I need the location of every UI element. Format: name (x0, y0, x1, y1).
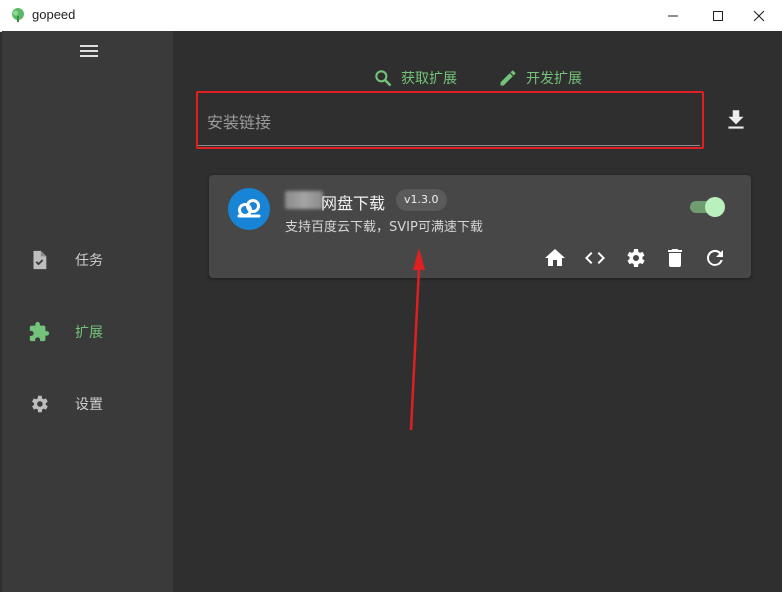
maximize-button[interactable] (695, 0, 741, 31)
close-icon (753, 10, 765, 21)
sidebar-item-label: 设置 (75, 397, 103, 413)
blurred-title-prefix (285, 191, 323, 209)
gear-icon (32, 395, 48, 413)
get-extension-button[interactable]: 获取扩展 (373, 66, 457, 90)
extension-enable-toggle[interactable] (688, 197, 725, 217)
toggle-thumb (705, 197, 725, 217)
minimize-button[interactable] (650, 0, 696, 31)
gopeed-logo-icon (12, 8, 24, 22)
develop-extension-button[interactable]: 开发扩展 (498, 66, 582, 90)
hamburger-menu-icon[interactable] (78, 42, 100, 60)
sidebar-item-tasks[interactable]: 任务 (2, 239, 173, 279)
cloud-link-icon (237, 199, 261, 218)
maximize-icon (713, 10, 723, 21)
home-icon[interactable] (543, 246, 567, 270)
settings-icon[interactable] (623, 246, 647, 270)
version-badge: v1.3.0 (396, 189, 447, 211)
refresh-icon[interactable] (703, 246, 727, 270)
puzzle-piece-icon (29, 321, 50, 342)
sidebar-item-settings[interactable]: 设置 (2, 383, 173, 423)
extension-logo (228, 188, 270, 230)
pencil-icon (500, 70, 516, 86)
delete-icon[interactable] (663, 246, 687, 270)
develop-extension-label: 开发扩展 (526, 71, 582, 87)
get-extension-label: 获取扩展 (401, 71, 457, 87)
minimize-icon (668, 15, 678, 16)
extensions-page: 获取扩展 开发扩展 网盘下载 v1.3.0 支持百度云下载，SVIP可满速下载 (173, 31, 782, 592)
install-link-input[interactable] (205, 108, 689, 136)
sidebar-item-label: 任务 (75, 253, 103, 269)
close-button[interactable] (736, 0, 782, 31)
extension-card: 网盘下载 v1.3.0 支持百度云下载，SVIP可满速下载 (209, 175, 751, 278)
extension-description: 支持百度云下载，SVIP可满速下载 (285, 220, 483, 235)
window-titlebar: gopeed (0, 0, 782, 32)
sidebar-item-extensions[interactable]: 扩展 (2, 311, 173, 351)
extension-name: 网盘下载 (321, 194, 386, 213)
download-install-icon[interactable] (723, 107, 749, 133)
code-icon[interactable] (583, 246, 607, 270)
install-link-field[interactable] (197, 98, 700, 146)
task-document-icon (33, 250, 47, 270)
window-title: gopeed (32, 7, 76, 22)
sidebar-item-label: 扩展 (75, 325, 103, 341)
sidebar: 任务 扩展 设置 (2, 31, 173, 592)
search-icon (375, 70, 392, 87)
